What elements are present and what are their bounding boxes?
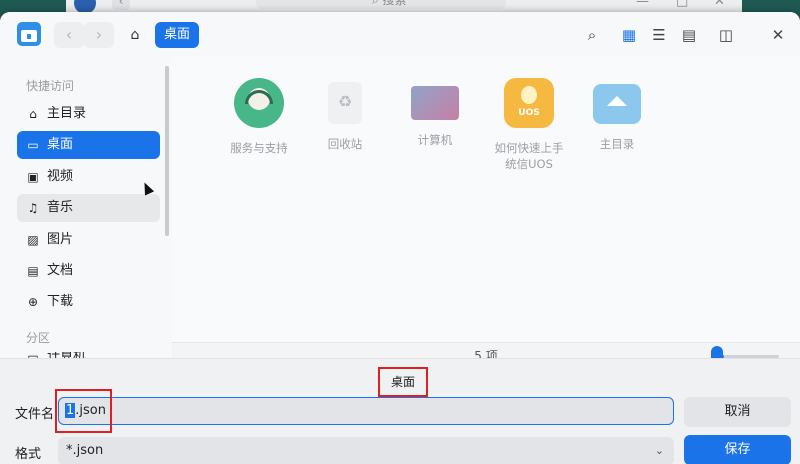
quick-access-header: 快捷访问 [26,79,75,93]
file-item[interactable]: 服务与支持 [214,78,304,156]
background-search-label: 搜索 [382,0,407,7]
file-item[interactable]: 如何快速上手统信UOS [484,78,574,172]
partitions-header: 分区 [26,331,51,345]
cancel-button[interactable]: 取消 [684,397,791,427]
file-name: 如何快速上手统信UOS [494,141,564,171]
file-name: 回收站 [327,137,363,151]
sidebar-item-label: 文档 [47,263,74,278]
format-select-value: *.json [66,443,104,458]
home-breadcrumb-button[interactable]: ⌂ [123,22,147,48]
save-button[interactable]: 保存 [684,435,791,464]
chevron-down-icon: ⌄ [654,444,664,457]
sidebar-item-label: 图片 [47,232,74,247]
video-icon: ▣ [27,170,39,184]
sidebar-scrollbar[interactable] [165,66,169,236]
format-label: 格式 [15,447,42,462]
forward-button[interactable]: › [84,22,114,48]
sidebar-item-downloads[interactable]: ⊕ 下载 [17,288,160,316]
sidebar-item-pictures[interactable]: ▨ 图片 [17,226,160,254]
save-file-dialog: ‹ › ⌂ 桌面 ⌕ ▦ ☰ ▤ ◫ ✕ 快捷访问 ⌂ 主目录 ▭ 桌面 ▣ 视… [0,12,800,464]
document-icon: ▤ [27,264,39,278]
background-back-button: ‹ [112,0,130,10]
file-manager-app-icon [17,22,41,46]
sidebar-toggle-icon[interactable]: ◫ [715,24,737,46]
highlight-box [55,389,112,433]
file-name: 服务与支持 [230,141,288,155]
sidebar: 快捷访问 ⌂ 主目录 ▭ 桌面 ▣ 视频 ♫ 音乐 ▨ 图片 ▤ 文档 ⊕ 下载 [0,56,172,362]
background-minimize-icon: — [636,0,649,9]
sidebar-item-video[interactable]: ▣ 视频 [17,163,160,191]
support-app-icon [234,78,284,128]
search-icon[interactable]: ⌕ [581,24,603,46]
filename-input[interactable]: 1.json [58,397,674,425]
format-select[interactable]: *.json ⌄ [58,437,674,464]
file-item[interactable]: 计算机 [390,78,480,148]
detail-view-icon[interactable]: ▤ [678,24,700,46]
search-icon: ⌕ [372,0,383,7]
icon-view-icon[interactable]: ▦ [618,24,640,46]
background-close-icon: ✕ [714,0,725,9]
file-item[interactable]: 回收站 [300,78,390,152]
uos-guide-icon [504,78,554,128]
picture-icon: ▨ [27,233,39,247]
file-view: 服务与支持 回收站 计算机 如何快速上手统信UOS 主目录 [172,56,800,342]
dialog-titlebar: ‹ › ⌂ 桌面 ⌕ ▦ ☰ ▤ ◫ ✕ [0,12,800,56]
close-icon[interactable]: ✕ [767,24,789,46]
sidebar-item-label: 视频 [47,169,74,184]
background-maximize-icon: □ [676,0,689,9]
trash-icon [328,82,362,124]
sidebar-item-label: 桌面 [47,137,74,152]
list-view-icon[interactable]: ☰ [648,24,670,46]
sidebar-item-label: 主目录 [47,106,87,121]
background-search-field: ⌕ 搜索 [256,0,506,9]
desktop-icon: ▭ [27,138,39,152]
file-name: 计算机 [417,133,453,147]
home-folder-icon [593,84,641,124]
home-icon: ⌂ [29,107,37,121]
sidebar-item-documents[interactable]: ▤ 文档 [17,257,160,285]
music-icon: ♫ [27,201,39,215]
file-item[interactable]: 主目录 [572,78,662,152]
back-button[interactable]: ‹ [54,22,84,48]
current-directory-label: 桌面 [378,367,428,397]
sidebar-item-label: 音乐 [47,200,74,215]
computer-icon [411,86,459,120]
filename-label: 文件名 [15,407,55,422]
download-icon: ⊕ [27,295,39,309]
sidebar-item-desktop[interactable]: ▭ 桌面 [17,131,160,159]
sidebar-item-home[interactable]: ⌂ 主目录 [17,100,160,128]
save-panel: 桌面 文件名 1.json 格式 *.json ⌄ 取消 保存 [0,358,800,464]
sidebar-item-label: 下载 [47,294,74,309]
sidebar-item-music[interactable]: ♫ 音乐 [17,194,160,222]
file-name: 主目录 [599,137,635,151]
breadcrumb-desktop[interactable]: 桌面 [155,22,200,48]
